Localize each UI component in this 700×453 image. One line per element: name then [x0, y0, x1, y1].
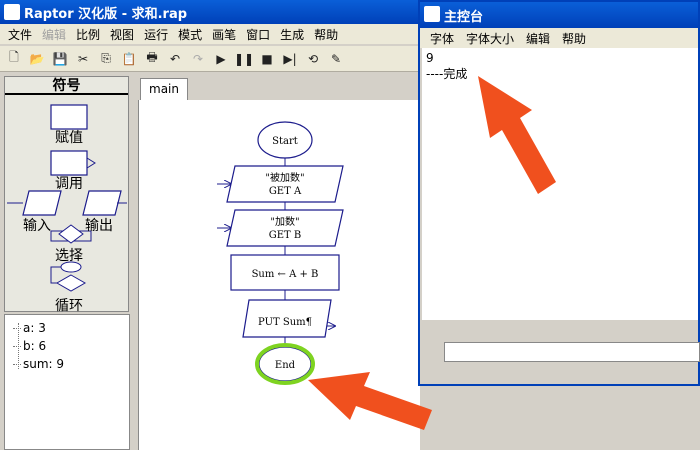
arrow-to-end-terminal — [308, 372, 432, 430]
arrow-to-console-output — [478, 76, 556, 194]
annotation-overlay — [308, 76, 556, 430]
